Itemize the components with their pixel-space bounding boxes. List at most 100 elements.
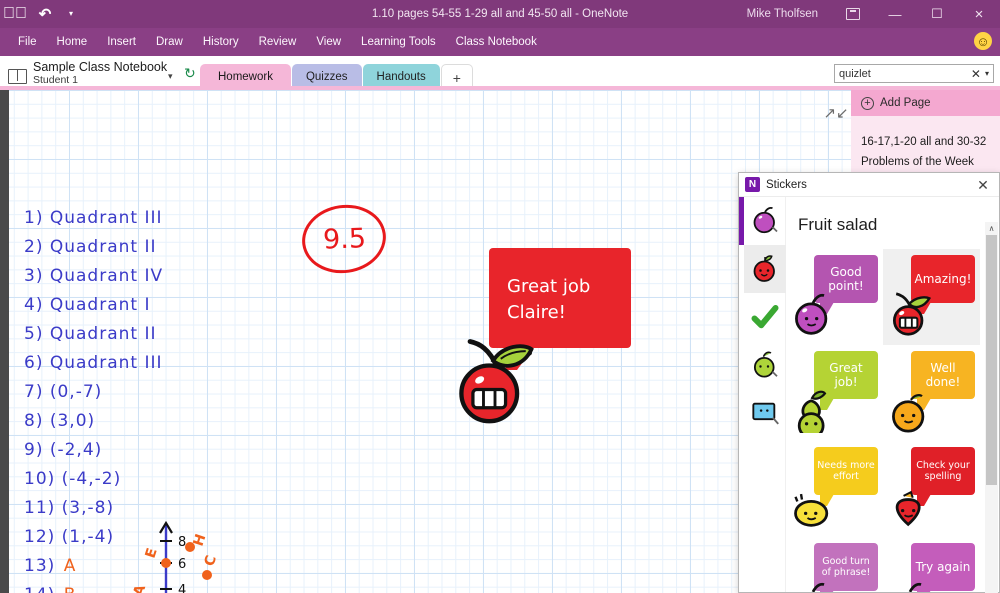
answer-2: 2) Quadrant II	[24, 237, 157, 257]
notebook-dropdown-caret-icon[interactable]: ▾	[168, 71, 173, 82]
stickers-title: Stickers	[766, 179, 807, 191]
add-section-button[interactable]: +	[441, 64, 473, 90]
clear-search-icon[interactable]: ✕	[971, 67, 981, 81]
notebook-name: Sample Class Notebook	[33, 60, 167, 74]
sticker-well-done[interactable]: Well done!	[883, 345, 980, 441]
add-page-label: Add Page	[880, 97, 931, 109]
rail-plum-sticker-icon[interactable]	[744, 197, 786, 245]
menu-learning-tools[interactable]: Learning Tools	[351, 28, 446, 56]
stickers-title-bar: N Stickers ✕	[739, 173, 999, 197]
stickers-scrollbar[interactable]: ∧	[985, 222, 998, 593]
plus-circle-icon: +	[861, 97, 874, 110]
search-input[interactable]: quizlet ✕ ▾	[834, 64, 994, 83]
feedback-smiley-icon[interactable]: ☺	[974, 32, 992, 50]
placed-sticker-line2: Claire!	[507, 300, 590, 326]
notebook-selector[interactable]: Sample Class Notebook Student 1	[8, 58, 190, 88]
rail-apple-sticker-icon[interactable]	[744, 245, 786, 293]
search-scope-caret-icon[interactable]: ▾	[985, 69, 989, 78]
ribbon-display-options-icon[interactable]	[832, 0, 874, 28]
answer-10: 10) (-4,-2)	[24, 469, 121, 489]
tab-quizzes[interactable]: Quizzes	[292, 64, 362, 90]
answer-13-letter: A	[64, 556, 77, 576]
sticker-check-your-spelling[interactable]: Check your spelling	[883, 441, 980, 537]
menu-review[interactable]: Review	[249, 28, 307, 56]
answer-1: 1) Quadrant III	[24, 208, 163, 228]
notebook-owner: Student 1	[33, 74, 167, 86]
scroll-up-icon[interactable]: ∧	[985, 222, 998, 235]
menu-history[interactable]: History	[193, 28, 249, 56]
expand-page-icon[interactable]: ↗↙	[826, 103, 846, 123]
close-icon[interactable]: ✕	[969, 173, 997, 197]
quick-access-caret-icon[interactable]: ▾	[60, 0, 82, 28]
sticker-category-title: Fruit salad	[786, 197, 986, 249]
add-page-button[interactable]: + Add Page	[851, 90, 1000, 116]
tab-handouts[interactable]: Handouts	[363, 64, 440, 90]
menu-home[interactable]: Home	[47, 28, 98, 56]
answer-3: 3) Quadrant IV	[24, 266, 163, 286]
page-canvas[interactable]: 1) Quadrant III 2) Quadrant II 3) Quadra…	[0, 90, 851, 593]
cherry-icon	[887, 291, 933, 337]
plum-icon	[887, 579, 933, 592]
answer-13-num: 13)	[24, 556, 55, 576]
answer-14-letter: B	[64, 585, 77, 593]
sticker-try-again[interactable]: Try again	[883, 537, 980, 592]
stickers-category-rail	[744, 197, 786, 592]
grade-value: 9.5	[322, 223, 366, 255]
rail-green-check-icon[interactable]	[744, 293, 786, 341]
back-arrow-icon[interactable]: ◀⃝	[0, 0, 30, 28]
svg-text:6: 6	[178, 557, 186, 572]
page-list-item[interactable]: 16-17,1-20 all and 30-32	[851, 132, 1000, 152]
menu-view[interactable]: View	[306, 28, 351, 56]
menu-draw[interactable]: Draw	[146, 28, 193, 56]
sticker-good-point[interactable]: Good point!	[786, 249, 883, 345]
menu-class-notebook[interactable]: Class Notebook	[446, 28, 547, 56]
svg-text:A: A	[131, 583, 150, 593]
svg-text:E: E	[143, 546, 161, 560]
title-bar-right: Mike Tholfsen — ☐ ×	[747, 0, 1000, 28]
close-button[interactable]: ×	[958, 0, 1000, 28]
notebook-icon	[8, 69, 27, 84]
onenote-logo-icon: N	[745, 177, 760, 192]
lemon-icon	[790, 483, 836, 529]
sticker-grid: Good point! Amazing!	[786, 249, 986, 592]
answer-6: 6) Quadrant III	[24, 353, 163, 373]
tab-homework[interactable]: Homework	[200, 64, 291, 90]
pear-icon	[790, 387, 836, 433]
orange-icon	[887, 387, 933, 433]
svg-text:C: C	[202, 554, 220, 569]
stickers-panel: N Stickers ✕	[738, 172, 1000, 593]
sync-icon[interactable]: ↺	[184, 65, 196, 82]
placed-sticker-line1: Great job	[507, 274, 590, 300]
maximize-button[interactable]: ☐	[916, 0, 958, 28]
rail-green-apple-sticker-icon[interactable]	[744, 341, 786, 389]
answer-7: 7) (0,-7)	[24, 382, 102, 402]
svg-text:4: 4	[178, 583, 186, 593]
answer-4: 4) Quadrant I	[24, 295, 150, 315]
stickers-body: Fruit salad Good point!	[739, 197, 999, 592]
answer-5: 5) Quadrant II	[24, 324, 157, 344]
page-list: 16-17,1-20 all and 30-32 Problems of the…	[851, 116, 1000, 172]
plum-icon	[790, 579, 836, 592]
sticker-great-job[interactable]: Great job!	[786, 345, 883, 441]
minimize-button[interactable]: —	[874, 0, 916, 28]
sticker-amazing[interactable]: Amazing!	[883, 249, 980, 345]
rail-tablet-sticker-icon[interactable]	[744, 389, 786, 437]
grade-annotation: 9.5	[298, 199, 391, 278]
cherry-sticker[interactable]	[447, 330, 543, 426]
answer-8: 8) (3,0)	[24, 411, 95, 431]
menu-file[interactable]: File	[8, 28, 47, 56]
menu-insert[interactable]: Insert	[97, 28, 146, 56]
account-name[interactable]: Mike Tholfsen	[747, 8, 818, 20]
placed-sticker-text: Great job Claire!	[507, 274, 590, 326]
onenote-window: ◀⃝ ↶ ▾ 1.10 pages 54-55 1-29 all and 45-…	[0, 0, 1000, 593]
sticker-needs-more-effort[interactable]: Needs more effort	[786, 441, 883, 537]
strawberry-icon	[887, 483, 933, 529]
plum-icon	[790, 291, 836, 337]
undo-icon[interactable]: ↶	[30, 0, 60, 28]
sticker-good-turn-of-phrase[interactable]: Good turn of phrase!	[786, 537, 883, 592]
page-list-item[interactable]: Problems of the Week	[851, 152, 1000, 172]
scrollbar-thumb[interactable]	[986, 235, 997, 485]
page-left-rail	[0, 90, 9, 593]
answer-14-num: 14)	[24, 585, 55, 593]
section-tabs: Homework Quizzes Handouts +	[200, 64, 474, 90]
